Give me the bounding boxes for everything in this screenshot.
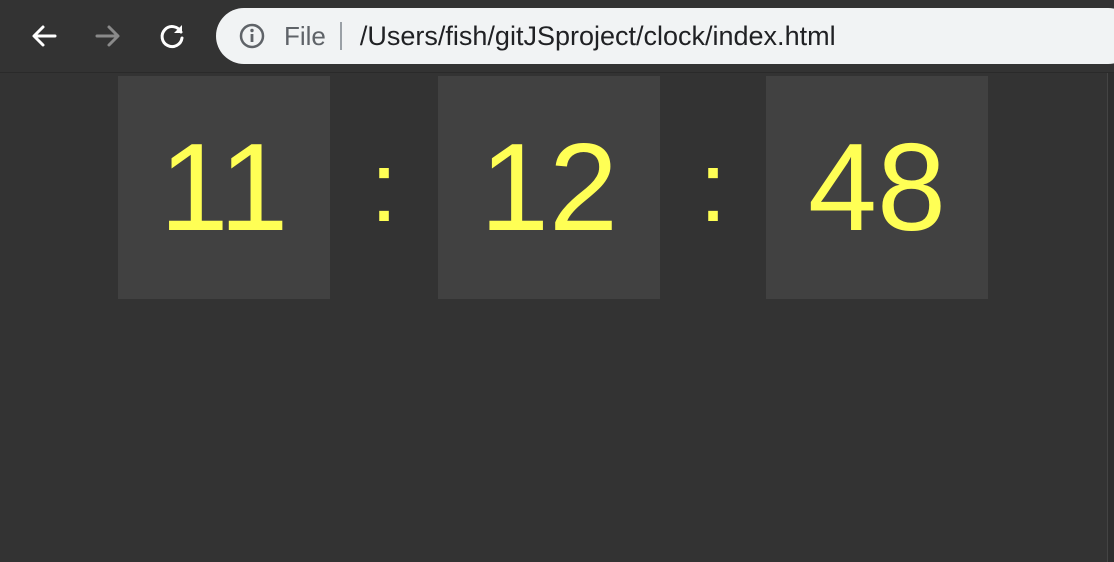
back-button[interactable] xyxy=(26,18,62,54)
hours-display: 11 xyxy=(118,76,330,299)
scheme-label: File xyxy=(284,20,326,51)
colon-separator: : xyxy=(699,131,727,243)
url-text[interactable]: /Users/fish/gitJSproject/clock/index.htm… xyxy=(360,21,836,52)
address-bar[interactable]: File /Users/fish/gitJSproject/clock/inde… xyxy=(216,8,1114,64)
reload-icon xyxy=(160,25,184,48)
arrow-left-icon xyxy=(32,25,57,47)
address-divider xyxy=(339,22,342,50)
colon-separator: : xyxy=(370,131,398,243)
browser-toolbar: File /Users/fish/gitJSproject/clock/inde… xyxy=(0,0,1114,73)
seconds-display: 48 xyxy=(766,76,988,299)
info-circle-icon[interactable] xyxy=(238,22,266,50)
page-content: 11 : 12 : 48 xyxy=(0,73,1114,562)
minutes-display: 12 xyxy=(438,76,660,299)
scrollbar[interactable] xyxy=(1107,73,1114,562)
arrow-right-icon xyxy=(95,25,120,47)
reload-button[interactable] xyxy=(154,18,190,54)
forward-button[interactable] xyxy=(90,18,126,54)
